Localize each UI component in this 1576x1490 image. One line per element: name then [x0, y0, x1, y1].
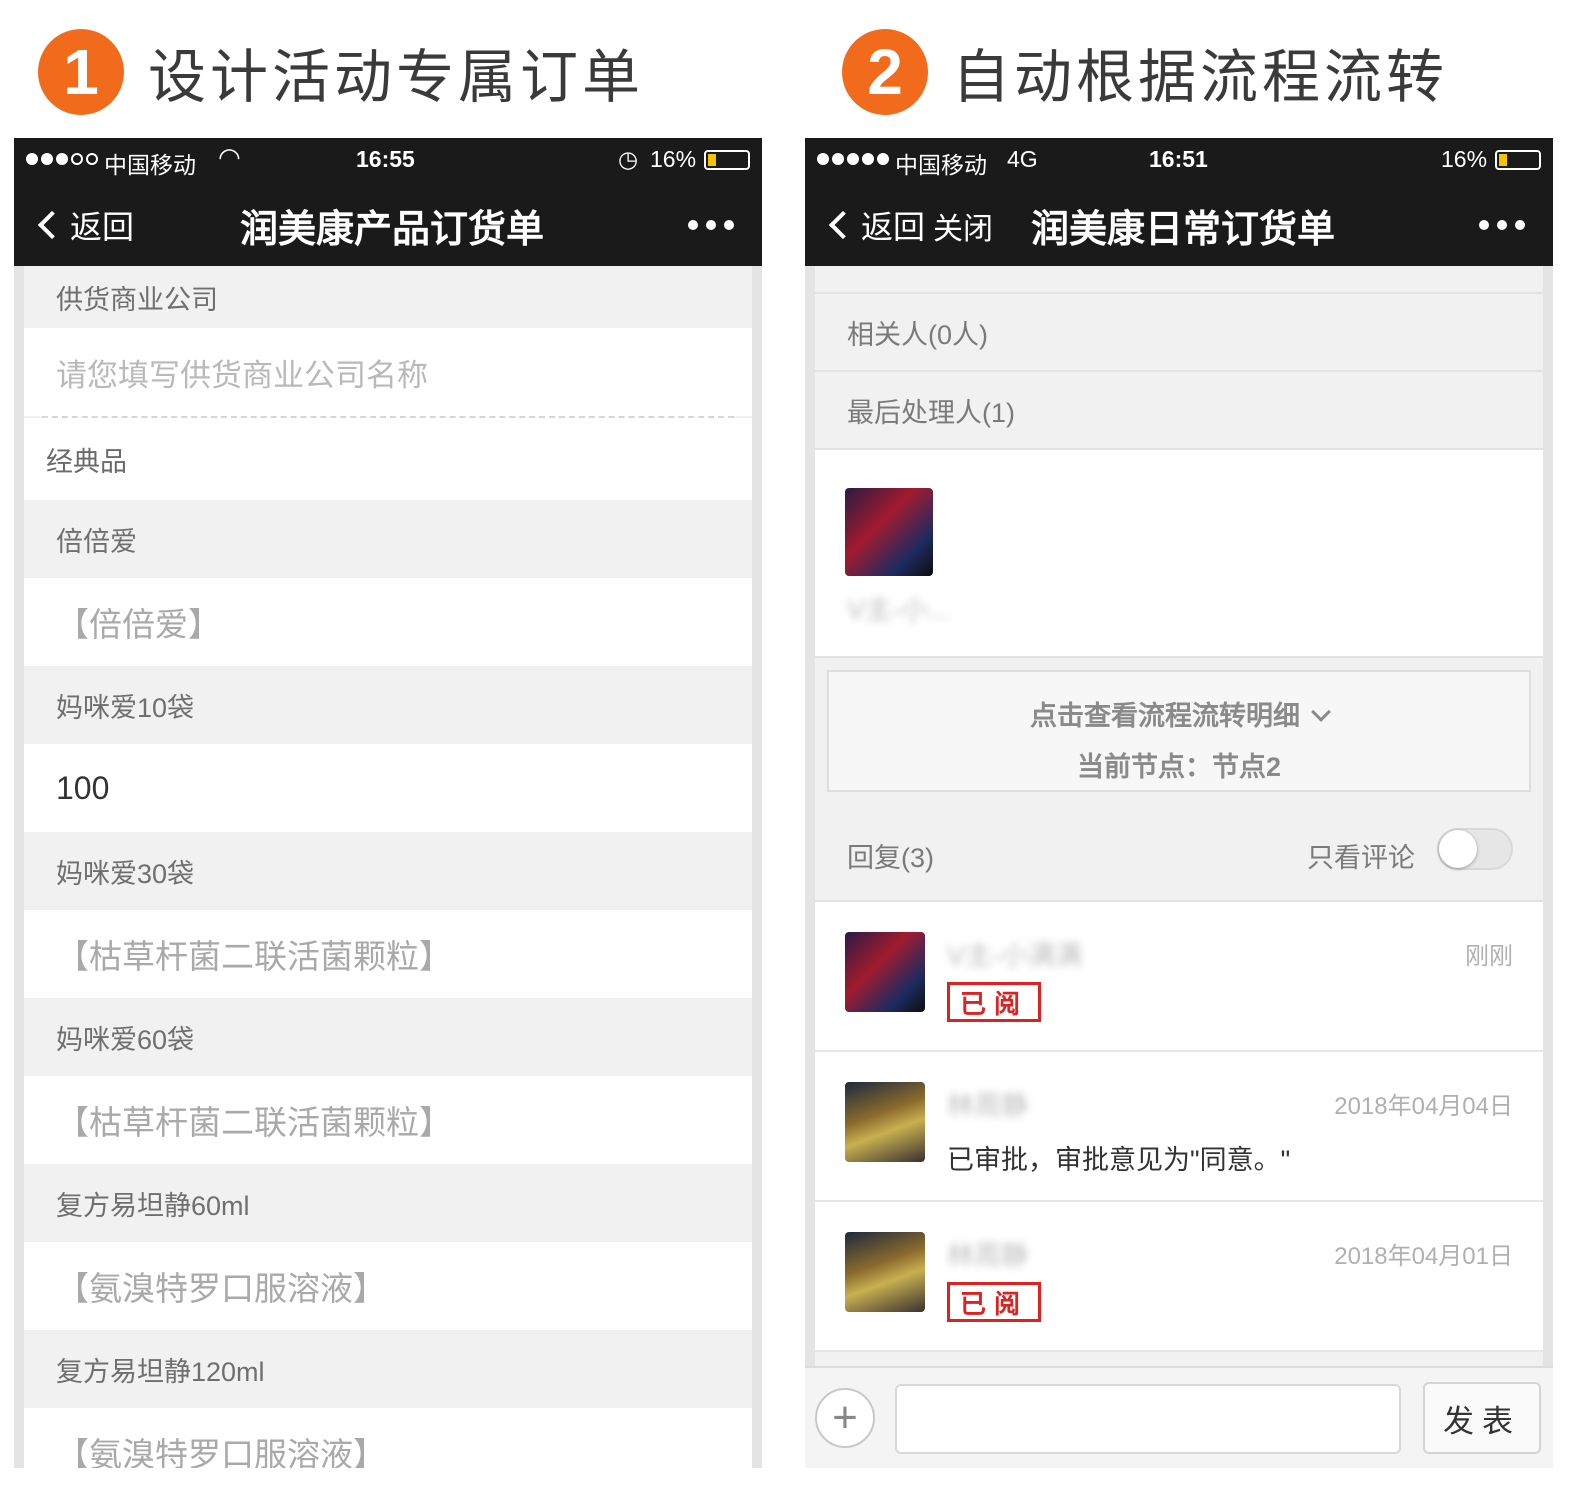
chevron-down-icon [1311, 702, 1331, 722]
status-time: 16:55 [356, 146, 415, 172]
comment-time: 2018年04月04日 [1334, 1093, 1513, 1120]
handler-name: V主-小... [847, 595, 951, 625]
product-field[interactable]: 【倍倍爱】 [24, 578, 752, 666]
product-label: 妈咪爱60袋 [24, 998, 752, 1076]
handler-block: V主-小... [815, 450, 1543, 658]
plus-icon: + [832, 1393, 858, 1442]
reply-input[interactable] [895, 1384, 1401, 1454]
step-1-header: 1 设计活动专属订单 [38, 26, 644, 118]
side-margin [805, 266, 815, 1468]
side-margin [14, 266, 24, 1468]
battery-percent: 16% [1441, 146, 1488, 172]
step-number-badge: 1 [38, 29, 124, 115]
comment-author: V主-小满满 [947, 941, 1082, 971]
divider [815, 266, 1543, 294]
chevron-left-icon [37, 210, 67, 240]
comment-item: 林周静 2018年04月01日 已阅 [815, 1202, 1543, 1352]
network-label: 4G [1007, 146, 1038, 172]
side-margin [1543, 266, 1553, 1468]
comment-author: 林周静 [947, 1241, 1028, 1271]
product-field[interactable]: 【枯草杆菌二联活菌颗粒】 [24, 910, 752, 998]
avatar[interactable] [845, 1232, 925, 1312]
read-stamp: 已阅 [947, 982, 1041, 1022]
step-title: 自动根据流程流转 [952, 43, 1449, 111]
step-number-badge: 2 [842, 29, 928, 115]
product-label: 妈咪爱10袋 [24, 666, 752, 744]
flow-detail-button[interactable]: 点击查看流程流转明细 当前节点：节点2 [827, 670, 1531, 792]
back-button[interactable]: 返回 [36, 202, 134, 248]
alarm-icon: ◷ [618, 146, 639, 172]
comment-text: 已审批，审批意见为"同意。" [947, 1145, 1291, 1175]
right-phone-screen: 中国移动 4G 16:51 16% 返回 关闭 润美康日常订货单 相关人(0人)… [805, 138, 1553, 1468]
current-node: 当前节点：节点2 [1076, 752, 1282, 782]
comment-time: 2018年04月01日 [1334, 1243, 1513, 1270]
product-label: 倍倍爱 [24, 500, 752, 578]
status-bar: 中国移动 ◠ 16:55 ◷ 16% [14, 138, 762, 180]
supplier-input[interactable]: 请您填写供货商业公司名称 [24, 328, 752, 416]
nav-bar: 返回 关闭 润美康日常订货单 [805, 180, 1553, 266]
chevron-left-icon [828, 210, 858, 240]
section-heading: 经典品 [24, 418, 752, 500]
battery-percent: 16% [650, 146, 697, 172]
replies-count: 回复(3) [847, 843, 934, 873]
avatar[interactable] [845, 1082, 925, 1162]
replies-header: 回复(3) 只看评论 [815, 804, 1543, 902]
product-label: 复方易坦静60ml [24, 1164, 752, 1242]
page-title: 润美康产品订货单 [240, 209, 545, 251]
last-handler[interactable]: 最后处理人(1) [815, 372, 1543, 450]
comment-item: V主-小满满 刚刚 已阅 [815, 902, 1543, 1052]
signal-icon [26, 153, 98, 165]
back-label: 返回 [70, 209, 135, 245]
comment-author: 林周静 [947, 1091, 1028, 1121]
comment-time: 刚刚 [1465, 943, 1513, 970]
product-field[interactable]: 100 [24, 744, 752, 832]
carrier-label: 中国移动 [104, 152, 196, 178]
only-comments-label: 只看评论 [1307, 843, 1415, 873]
only-comments-toggle[interactable] [1437, 828, 1513, 870]
back-button[interactable]: 返回 [827, 202, 925, 248]
side-margin [752, 266, 762, 1468]
supplier-label: 供货商业公司 [24, 266, 752, 328]
avatar[interactable] [845, 932, 925, 1012]
battery-icon [1495, 150, 1541, 170]
comment-item: 林周静 2018年04月04日 已审批，审批意见为"同意。" [815, 1052, 1543, 1202]
reply-bar: + 发表 [805, 1366, 1553, 1468]
order-form: 供货商业公司 请您填写供货商业公司名称 经典品 倍倍爱 【倍倍爱】 妈咪爱10袋… [24, 266, 752, 1468]
add-attachment-button[interactable]: + [815, 1388, 875, 1448]
battery-icon [704, 150, 750, 170]
related-people[interactable]: 相关人(0人) [815, 294, 1543, 372]
product-field[interactable]: 【枯草杆菌二联活菌颗粒】 [24, 1076, 752, 1164]
wifi-icon: ◠ [218, 142, 241, 172]
product-label: 复方易坦静120ml [24, 1330, 752, 1408]
more-menu-icon[interactable] [1479, 220, 1525, 230]
read-stamp: 已阅 [947, 1282, 1041, 1322]
left-phone-screen: 中国移动 ◠ 16:55 ◷ 16% 返回 润美康产品订货单 供货商业公司 请您… [14, 138, 762, 1468]
back-label: 返回 [861, 209, 926, 245]
step-2-header: 2 自动根据流程流转 [842, 26, 1448, 118]
more-menu-icon[interactable] [688, 220, 734, 230]
product-field[interactable]: 【氨溴特罗口服溶液】 [24, 1242, 752, 1330]
send-button[interactable]: 发表 [1423, 1382, 1541, 1454]
status-time: 16:51 [1149, 146, 1208, 172]
step-title: 设计活动专属订单 [148, 43, 645, 111]
carrier-label: 中国移动 [895, 152, 987, 178]
flow-link-label: 点击查看流程流转明细 [1030, 701, 1300, 731]
signal-icon [817, 153, 889, 165]
product-label: 妈咪爱30袋 [24, 832, 752, 910]
order-detail: 相关人(0人) 最后处理人(1) V主-小... 点击查看流程流转明细 当前节点… [815, 266, 1543, 1352]
product-field[interactable]: 【氨溴特罗口服溶液】 [24, 1408, 752, 1468]
page-title: 润美康日常订货单 [1031, 209, 1336, 251]
status-bar: 中国移动 4G 16:51 16% [805, 138, 1553, 180]
close-button[interactable]: 关闭 [933, 204, 993, 248]
nav-bar: 返回 润美康产品订货单 [14, 180, 762, 266]
avatar[interactable] [845, 488, 933, 576]
